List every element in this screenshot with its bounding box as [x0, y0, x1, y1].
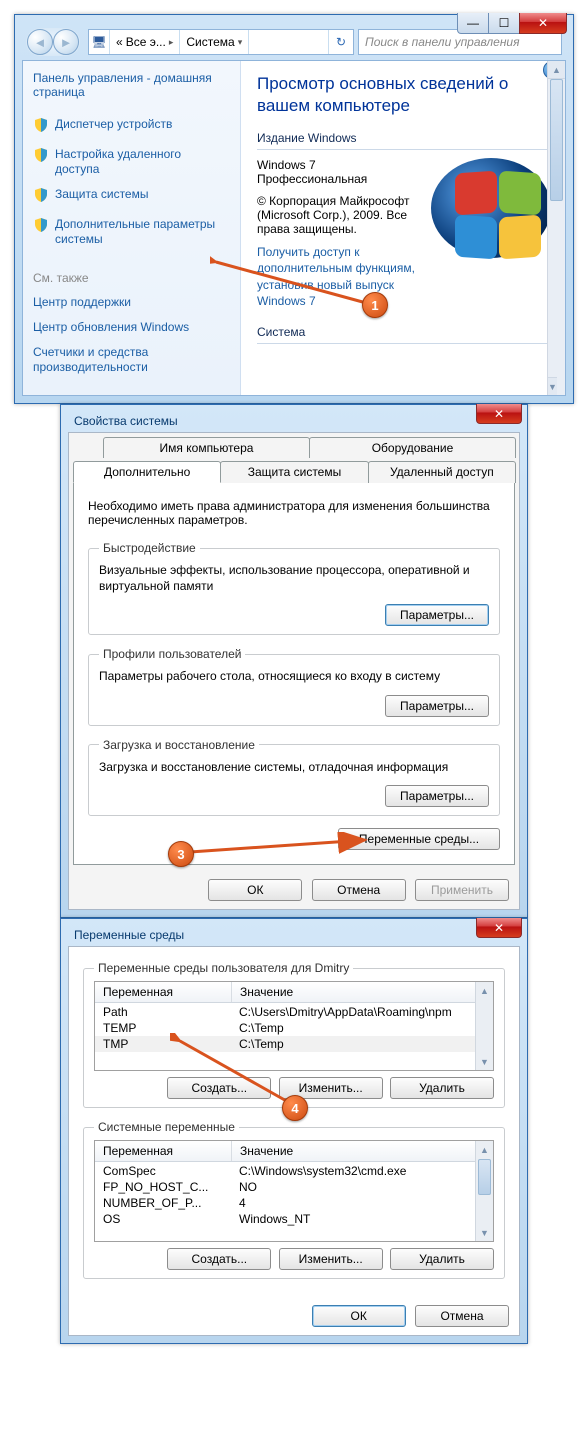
- system-vars-legend: Системные переменные: [94, 1120, 239, 1134]
- home-link[interactable]: Панель управления - домашняя страница: [33, 71, 228, 99]
- startup-legend: Загрузка и восстановление: [99, 738, 259, 752]
- profiles-settings-button[interactable]: Параметры...: [385, 695, 489, 717]
- performance-desc: Визуальные эффекты, использование процес…: [99, 563, 489, 594]
- sys-delete-button[interactable]: Удалить: [390, 1248, 494, 1270]
- profiles-desc: Параметры рабочего стола, относящиеся ко…: [99, 669, 489, 685]
- user-delete-button[interactable]: Удалить: [390, 1077, 494, 1099]
- system-label: Система: [257, 325, 551, 339]
- nav-forward-button[interactable]: ►: [53, 29, 79, 55]
- system-vars-list[interactable]: Переменная Значение ComSpecC:\Windows\sy…: [94, 1140, 494, 1242]
- sidebar: Панель управления - домашняя страница Ди…: [23, 61, 241, 395]
- tab-remote[interactable]: Удаленный доступ: [368, 461, 516, 483]
- refresh-button[interactable]: ↻: [328, 30, 353, 54]
- shield-icon: [33, 147, 49, 177]
- tab-protection[interactable]: Защита системы: [220, 461, 368, 483]
- sidebar-item-remote[interactable]: Настройка удаленного доступа: [33, 147, 228, 177]
- list-item[interactable]: FP_NO_HOST_C...NO: [95, 1179, 493, 1195]
- cancel-button[interactable]: Отмена: [415, 1305, 509, 1327]
- breadcrumb[interactable]: 🖥 « Все э...▸ Система▾ ↻: [88, 29, 354, 55]
- cancel-button[interactable]: Отмена: [312, 879, 406, 901]
- col-variable[interactable]: Переменная: [95, 1141, 232, 1161]
- list-item[interactable]: NUMBER_OF_P...4: [95, 1195, 493, 1211]
- list-item[interactable]: OSWindows_NT: [95, 1211, 493, 1227]
- profiles-legend: Профили пользователей: [99, 647, 245, 661]
- sidebar-item-advanced[interactable]: Дополнительные параметры системы: [33, 217, 228, 247]
- shield-icon: [33, 217, 49, 247]
- system-vars-group: Системные переменные Переменная Значение…: [83, 1120, 505, 1279]
- dialog-title: Свойства системы: [68, 412, 520, 432]
- startup-desc: Загрузка и восстановление системы, отлад…: [99, 760, 489, 776]
- scrollbar[interactable]: ▲ ▼: [547, 61, 565, 395]
- see-link-action-center[interactable]: Центр поддержки: [33, 295, 228, 310]
- more-features-link[interactable]: Получить доступ к дополнительным функция…: [257, 244, 417, 309]
- scrollbar[interactable]: ▲▼: [475, 982, 493, 1070]
- breadcrumb-seg2[interactable]: Система▾: [180, 30, 249, 54]
- breadcrumb-seg1[interactable]: « Все э...▸: [110, 30, 180, 54]
- see-also-label: См. также: [33, 271, 228, 285]
- tab-computer-name[interactable]: Имя компьютера: [103, 437, 310, 458]
- nav-back-button[interactable]: ◄: [27, 29, 53, 55]
- system-properties-dialog: ✕ Свойства системы Имя компьютера Оборуд…: [60, 404, 528, 918]
- close-button[interactable]: ✕: [476, 404, 522, 424]
- startup-settings-button[interactable]: Параметры...: [385, 785, 489, 807]
- list-item[interactable]: TEMPC:\Temp: [95, 1020, 493, 1036]
- list-item[interactable]: PathC:\Users\Dmitry\AppData\Roaming\npm: [95, 1004, 493, 1020]
- performance-group: Быстродействие Визуальные эффекты, испол…: [88, 541, 500, 635]
- env-vars-button[interactable]: Переменные среды...: [338, 828, 500, 850]
- shield-icon: [33, 117, 49, 137]
- apply-button[interactable]: Применить: [415, 879, 509, 901]
- close-button[interactable]: ✕: [476, 918, 522, 938]
- maximize-button[interactable]: ☐: [488, 13, 520, 34]
- see-link-windows-update[interactable]: Центр обновления Windows: [33, 320, 228, 335]
- tab-hardware[interactable]: Оборудование: [309, 437, 516, 458]
- col-variable[interactable]: Переменная: [95, 982, 232, 1002]
- scrollbar[interactable]: ▲▼: [475, 1141, 493, 1241]
- performance-legend: Быстродействие: [99, 541, 200, 555]
- sys-edit-button[interactable]: Изменить...: [279, 1248, 383, 1270]
- sidebar-item-device-manager[interactable]: Диспетчер устройств: [33, 117, 228, 137]
- performance-settings-button[interactable]: Параметры...: [385, 604, 489, 626]
- minimize-button[interactable]: —: [457, 13, 489, 34]
- computer-icon: 🖥: [89, 30, 110, 54]
- close-button[interactable]: ✕: [519, 13, 567, 34]
- sidebar-item-protection[interactable]: Защита системы: [33, 187, 228, 207]
- callout-1: 1: [362, 292, 388, 318]
- callout-3: 3: [168, 841, 194, 867]
- admin-note: Необходимо иметь права администратора дл…: [88, 499, 500, 527]
- list-item[interactable]: TMPC:\Temp: [95, 1036, 493, 1052]
- ok-button[interactable]: ОК: [312, 1305, 406, 1327]
- tab-advanced[interactable]: Дополнительно: [73, 461, 221, 483]
- copyright-text: © Корпорация Майкрософт (Microsoft Corp.…: [257, 194, 427, 236]
- user-vars-group: Переменные среды пользователя для Dmitry…: [83, 961, 505, 1108]
- user-new-button[interactable]: Создать...: [167, 1077, 271, 1099]
- main-panel: ? Просмотр основных сведений о вашем ком…: [241, 61, 565, 395]
- page-title: Просмотр основных сведений о вашем компь…: [257, 73, 551, 117]
- edition-label: Издание Windows: [257, 131, 551, 145]
- see-link-perf-tools[interactable]: Счетчики и средства производительности: [33, 345, 228, 375]
- sys-new-button[interactable]: Создать...: [167, 1248, 271, 1270]
- ok-button[interactable]: ОК: [208, 879, 302, 901]
- user-vars-list[interactable]: Переменная Значение PathC:\Users\Dmitry\…: [94, 981, 494, 1071]
- col-value[interactable]: Значение: [232, 982, 493, 1002]
- user-vars-legend: Переменные среды пользователя для Dmitry: [94, 961, 353, 975]
- dialog-title: Переменные среды: [68, 926, 520, 946]
- shield-icon: [33, 187, 49, 207]
- list-item[interactable]: ComSpecC:\Windows\system32\cmd.exe: [95, 1163, 493, 1179]
- system-window: — ☐ ✕ ◄ ► 🖥 « Все э...▸ Система▾ ↻ Поиск…: [14, 14, 574, 404]
- col-value[interactable]: Значение: [232, 1141, 493, 1161]
- windows-logo-icon: [431, 158, 551, 258]
- startup-group: Загрузка и восстановление Загрузка и вос…: [88, 738, 500, 817]
- env-vars-dialog: ✕ Переменные среды Переменные среды поль…: [60, 918, 528, 1344]
- edition-name: Windows 7 Профессиональная: [257, 158, 427, 186]
- profiles-group: Профили пользователей Параметры рабочего…: [88, 647, 500, 726]
